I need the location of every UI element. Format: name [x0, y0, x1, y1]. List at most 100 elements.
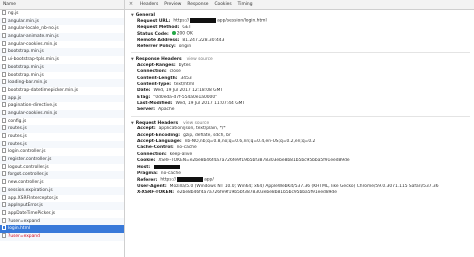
request-name: angular.min.js — [8, 18, 39, 24]
request-name: ?user=expand — [8, 233, 40, 239]
header-key: Referrer Policy: — [137, 43, 176, 49]
header-key: Accept-Language: — [137, 139, 182, 145]
request-row[interactable]: ui-bootstrap-tpls.min.js — [0, 56, 124, 64]
header-value: application/json, text/plain, */* — [158, 126, 226, 132]
request-row[interactable]: angular-animate.min.js — [0, 33, 124, 41]
file-icon — [2, 94, 6, 100]
header-key: Accept-Ranges: — [137, 62, 176, 68]
request-name: login.html — [8, 226, 31, 232]
file-icon — [2, 17, 6, 23]
request-row[interactable]: angular-cookies.min.js — [0, 40, 124, 49]
request-row[interactable]: ?user=expand — [0, 232, 124, 241]
tab-timing[interactable]: Timing — [235, 0, 256, 9]
request-name: app.XSRFInterceptor.js — [8, 195, 58, 201]
header-key: Accept: — [137, 126, 156, 132]
request-row[interactable]: angular-cookies.min.js — [0, 109, 124, 118]
request-row[interactable]: bootstrap.min.js — [0, 71, 124, 80]
request-row[interactable]: forgot.controller.js — [0, 171, 124, 180]
request-row[interactable]: login.html — [0, 225, 124, 233]
file-icon — [2, 202, 6, 208]
request-name: logout.controller.js — [8, 164, 49, 170]
header-value: e2be8b46f4a7a726fe9f19b5bf3878303ebe8b81… — [177, 190, 337, 196]
request-row[interactable]: ?user=expand — [0, 217, 124, 226]
request-name: pagination-directive.js — [8, 103, 57, 109]
request-row[interactable]: routes.js — [0, 133, 124, 141]
header-value: Mozilla/5.0 (Windows NT 10.0; Win64; x64… — [169, 183, 439, 189]
header-key: Referer: — [137, 178, 158, 184]
request-name: ng.js — [8, 11, 19, 16]
triangle-down-icon: ▼ — [131, 57, 134, 62]
request-row[interactable]: angular-locale_nb-no.js — [0, 25, 124, 33]
file-icon — [2, 163, 6, 169]
request-row[interactable]: loading-bar.min.js — [0, 79, 124, 87]
tab-response[interactable]: Response — [184, 0, 211, 9]
header-value: gzip, deflate, sdch, br — [183, 132, 231, 138]
header-key: Connection: — [137, 151, 167, 157]
request-name: angular-locale_nb-no.js — [8, 26, 59, 32]
tab-headers[interactable]: Headers — [137, 0, 161, 9]
redacted-block — [154, 164, 181, 169]
request-row[interactable]: register.controller.js — [0, 156, 124, 164]
file-icon — [2, 217, 6, 223]
request-row[interactable]: angular.min.js — [0, 17, 124, 26]
request-header-row: X-XSRF-TOKEN: e2be8b46f4a7a726fe9f19b5bf3… — [131, 190, 470, 196]
header-value: Apache — [158, 107, 175, 113]
file-icon — [2, 171, 6, 177]
file-icon — [2, 79, 6, 85]
request-row[interactable]: ng.js — [0, 10, 124, 18]
close-icon[interactable]: × — [128, 0, 134, 9]
header-value: https:// — [160, 178, 177, 184]
request-name: ?user=expand — [8, 218, 40, 224]
header-value: app/session/login.html — [217, 19, 267, 25]
request-row[interactable]: new.controller.js — [0, 179, 124, 187]
request-row[interactable]: appInputError.js — [0, 202, 124, 210]
header-value: text/html — [174, 81, 195, 87]
header-key: Last-Modified: — [137, 101, 173, 107]
request-row[interactable]: logout.controller.js — [0, 163, 124, 172]
request-row[interactable]: bootstrap.min.js — [0, 48, 124, 57]
request-row[interactable]: app.js — [0, 94, 124, 103]
request-row[interactable]: routes.js — [0, 140, 124, 149]
redacted-block — [190, 18, 217, 23]
view-source-link[interactable]: view source — [183, 121, 209, 126]
header-value: app/ — [204, 178, 214, 184]
request-list: Name ng.js angular.min.js angular-locale_n… — [0, 0, 125, 257]
header-value: "0d0eda-d7f-554a0e1a0000" — [153, 94, 218, 100]
header-key: Server: — [137, 107, 156, 113]
header-key: Request URL: — [137, 19, 171, 25]
header-key: Content-Type: — [137, 81, 172, 87]
header-value: https:// — [173, 19, 190, 25]
request-row[interactable]: login.controller.js — [0, 148, 124, 156]
request-row[interactable]: session.expiration.js — [0, 186, 124, 195]
file-icon — [2, 232, 6, 238]
request-name: appInputError.js — [8, 203, 43, 209]
request-name: routes.js — [8, 141, 27, 147]
request-row[interactable]: app.XSRFInterceptor.js — [0, 194, 124, 203]
request-row[interactable]: config.js — [0, 117, 124, 126]
header-key: Cookie: — [137, 158, 156, 164]
tab-cookies[interactable]: Cookies — [211, 0, 234, 9]
request-details: × Headers Preview Response Cookies Timin… — [125, 0, 474, 257]
header-key: ETag: — [137, 94, 151, 100]
tab-preview[interactable]: Preview — [161, 0, 184, 9]
request-name: bootstrap.min.js — [8, 49, 44, 55]
request-name: bootstrap-datetimepicker.min.js — [8, 87, 79, 93]
redacted-block — [177, 177, 204, 182]
header-value: Wed, 19 Jul 2017 11:07:44 GMT — [175, 101, 246, 107]
header-key: User-Agent: — [137, 183, 167, 189]
status-dot-icon — [171, 31, 176, 36]
name-column-header[interactable]: Name — [0, 0, 124, 10]
file-icon — [2, 86, 6, 92]
view-source-link[interactable]: view source — [187, 57, 213, 62]
file-icon — [2, 117, 6, 123]
request-row[interactable]: pagination-directive.js — [0, 102, 124, 110]
request-row[interactable]: routes.js — [0, 125, 124, 133]
request-name: appDateTimePicker.js — [8, 210, 56, 216]
request-row[interactable]: appDateTimePicker.js — [0, 209, 124, 218]
file-icon — [2, 102, 6, 108]
header-value: GET — [182, 24, 192, 30]
request-row[interactable]: bootstrap.min.js — [0, 63, 124, 72]
request-row[interactable]: bootstrap-datetimepicker.min.js — [0, 86, 124, 95]
file-icon — [2, 194, 6, 200]
header-key: Content-Length: — [137, 75, 178, 81]
